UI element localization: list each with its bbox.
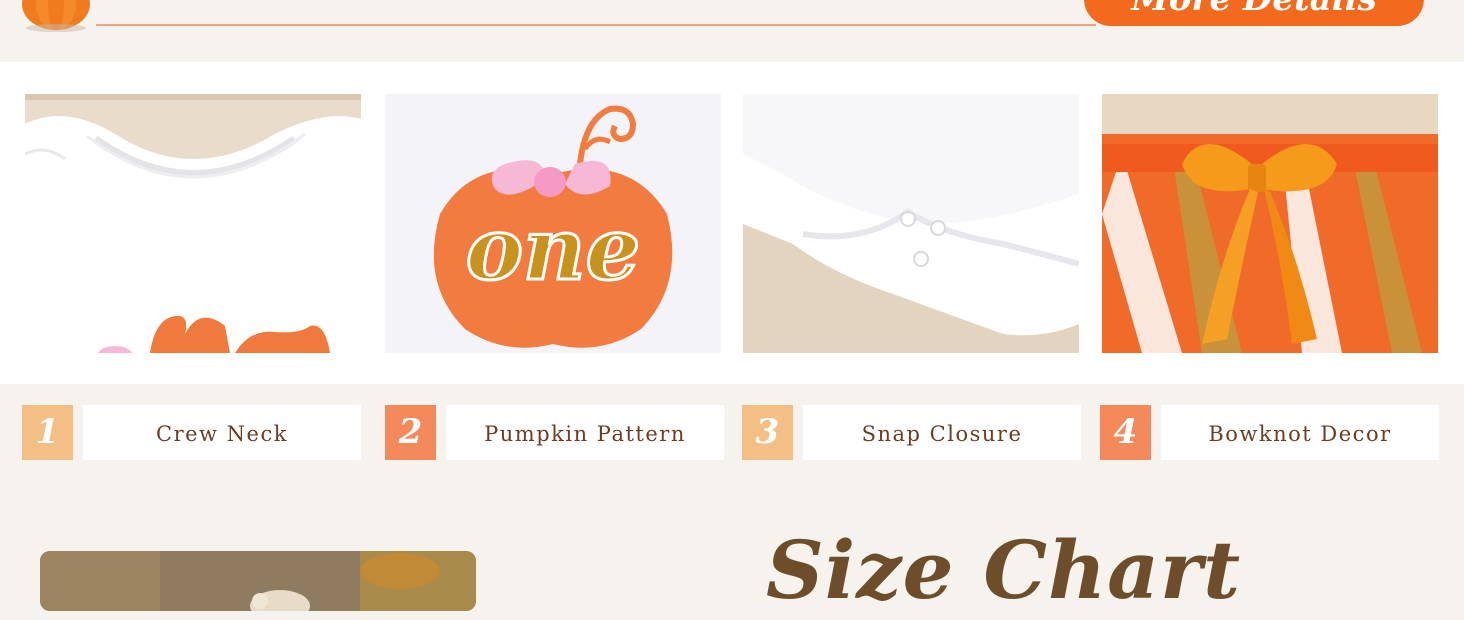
more-details-button[interactable]: More Details — [1084, 0, 1424, 26]
feature-number-3: 3 — [742, 405, 793, 460]
feature-number-2: 2 — [385, 405, 436, 460]
divider — [96, 24, 1096, 26]
bowknot-decor-photo — [1102, 94, 1438, 353]
snap-closure-photo — [743, 94, 1079, 353]
feature-label-snap-closure: Snap Closure — [803, 405, 1081, 460]
pumpkin-pattern-photo: one — [385, 94, 721, 353]
feature-number-1: 1 — [22, 405, 73, 460]
feature-label-crew-neck: Crew Neck — [83, 405, 361, 460]
feature-label-pumpkin-pattern: Pumpkin Pattern — [446, 405, 724, 460]
top-banner: More Details — [0, 0, 1464, 62]
feature-label-bowknot-decor: Bowknot Decor — [1161, 405, 1439, 460]
size-model-photo — [40, 551, 476, 611]
size-chart-title: Size Chart — [766, 523, 1242, 617]
crew-neck-photo — [25, 94, 361, 353]
pumpkin-icon — [22, 0, 90, 32]
pumpkin-print-text: one — [466, 199, 641, 300]
feature-number-4: 4 — [1100, 405, 1151, 460]
